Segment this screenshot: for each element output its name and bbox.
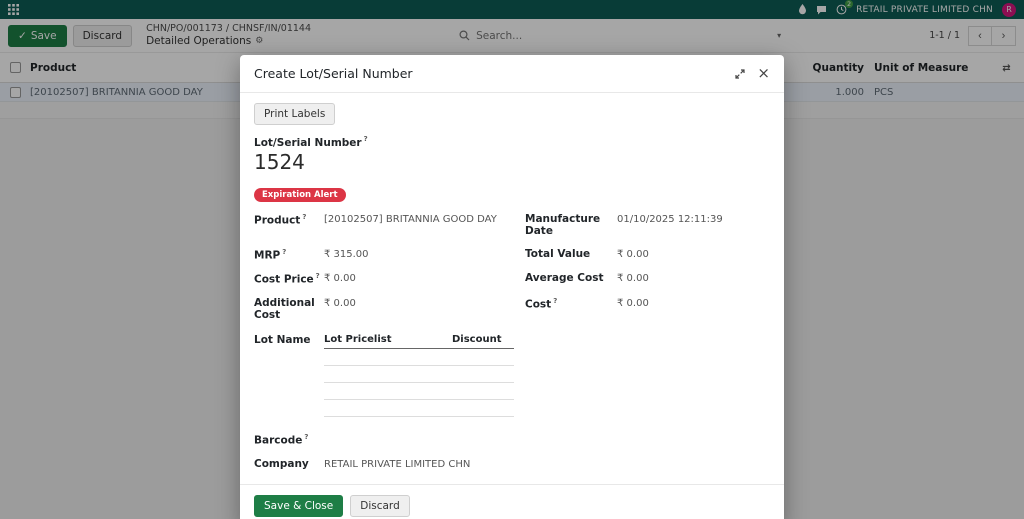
field-product-value[interactable]: [20102507] BRITANNIA GOOD DAY <box>324 213 497 225</box>
lot-serial-label: Lot/Serial Number? <box>254 135 368 149</box>
field-manufacture-date-value[interactable]: 01/10/2025 12:11:39 <box>617 213 723 225</box>
field-cost-price: Cost Price? ₹ 0.00 <box>254 272 499 286</box>
field-cost-label: Cost? <box>525 296 558 311</box>
save-close-label: Save & Close <box>264 500 334 512</box>
field-company: Company RETAIL PRIVATE LIMITED CHN <box>254 458 770 470</box>
discount-column-header: Discount <box>452 333 502 345</box>
print-labels-button[interactable]: Print Labels <box>254 103 336 125</box>
pricelist-empty-row <box>324 349 514 366</box>
field-mrp-value[interactable]: ₹ 315.00 <box>324 248 369 260</box>
modal-body: Print Labels Lot/Serial Number? 1524 Exp… <box>240 93 784 484</box>
lot-serial-block: Lot/Serial Number? 1524 <box>254 135 770 174</box>
pricelist-empty-row <box>324 400 514 417</box>
lot-name-label: Lot Name <box>254 333 311 346</box>
modal-discard-button[interactable]: Discard <box>350 495 410 517</box>
field-manufacture-date-label: Manufacture Date <box>525 212 601 237</box>
pricelist-table-header: Lot Pricelist Discount <box>324 334 514 349</box>
field-mrp-label: MRP? <box>254 247 287 262</box>
close-icon[interactable]: × <box>757 66 770 81</box>
field-cost-value[interactable]: ₹ 0.00 <box>617 297 649 309</box>
save-close-button[interactable]: Save & Close <box>254 495 344 517</box>
field-mrp: MRP? ₹ 315.00 <box>254 248 499 262</box>
field-company-value[interactable]: RETAIL PRIVATE LIMITED CHN <box>324 458 470 470</box>
field-barcode: Barcode? <box>254 433 770 447</box>
modal-footer: Save & Close Discard <box>240 484 784 519</box>
modal-header: Create Lot/Serial Number × <box>240 55 784 93</box>
expiration-alert-badge: Expiration Alert <box>254 187 346 202</box>
modal-fields: Product? [20102507] BRITANNIA GOOD DAY M… <box>254 202 770 321</box>
field-average-cost-label: Average Cost <box>525 272 604 284</box>
help-icon[interactable]: ? <box>282 248 286 256</box>
field-manufacture-date: Manufacture Date 01/10/2025 12:11:39 <box>525 213 770 237</box>
create-lot-modal: Create Lot/Serial Number × Print Labels … <box>240 55 784 519</box>
field-total-value-value: ₹ 0.00 <box>617 248 649 260</box>
modal-header-icons: × <box>735 66 770 81</box>
field-barcode-label: Barcode? <box>254 432 309 447</box>
field-average-cost-value: ₹ 0.00 <box>617 273 649 284</box>
help-icon[interactable]: ? <box>304 433 308 441</box>
modal-discard-label: Discard <box>360 500 400 512</box>
field-additional-cost: Additional Cost ₹ 0.00 <box>254 297 499 321</box>
lot-pricelist-table: Lot Pricelist Discount <box>324 334 514 417</box>
field-product-label: Product? <box>254 212 307 227</box>
help-icon[interactable]: ? <box>553 297 557 305</box>
field-total-value: Total Value ₹ 0.00 <box>525 248 770 262</box>
print-labels-label: Print Labels <box>264 108 326 120</box>
field-average-cost: Average Cost ₹ 0.00 <box>525 272 770 286</box>
field-cost: Cost? ₹ 0.00 <box>525 297 770 321</box>
modal-title: Create Lot/Serial Number <box>254 66 413 81</box>
pricelist-empty-row <box>324 383 514 400</box>
help-icon[interactable]: ? <box>316 272 320 280</box>
field-additional-cost-label: Additional Cost <box>254 296 315 321</box>
lot-name-row: Lot Name Lot Pricelist Discount <box>254 334 770 417</box>
field-additional-cost-value[interactable]: ₹ 0.00 <box>324 297 356 309</box>
help-icon[interactable]: ? <box>302 213 306 221</box>
field-company-label: Company <box>254 458 309 470</box>
field-product: Product? [20102507] BRITANNIA GOOD DAY <box>254 213 499 237</box>
field-cost-price-label: Cost Price? <box>254 272 320 286</box>
expand-icon[interactable] <box>735 68 746 79</box>
pricelist-empty-row <box>324 366 514 383</box>
lot-serial-value[interactable]: 1524 <box>254 150 770 174</box>
field-cost-price-value[interactable]: ₹ 0.00 <box>324 272 356 284</box>
pricelist-column-header: Lot Pricelist <box>324 333 392 345</box>
help-icon[interactable]: ? <box>364 135 368 143</box>
field-total-value-label: Total Value <box>525 247 591 260</box>
